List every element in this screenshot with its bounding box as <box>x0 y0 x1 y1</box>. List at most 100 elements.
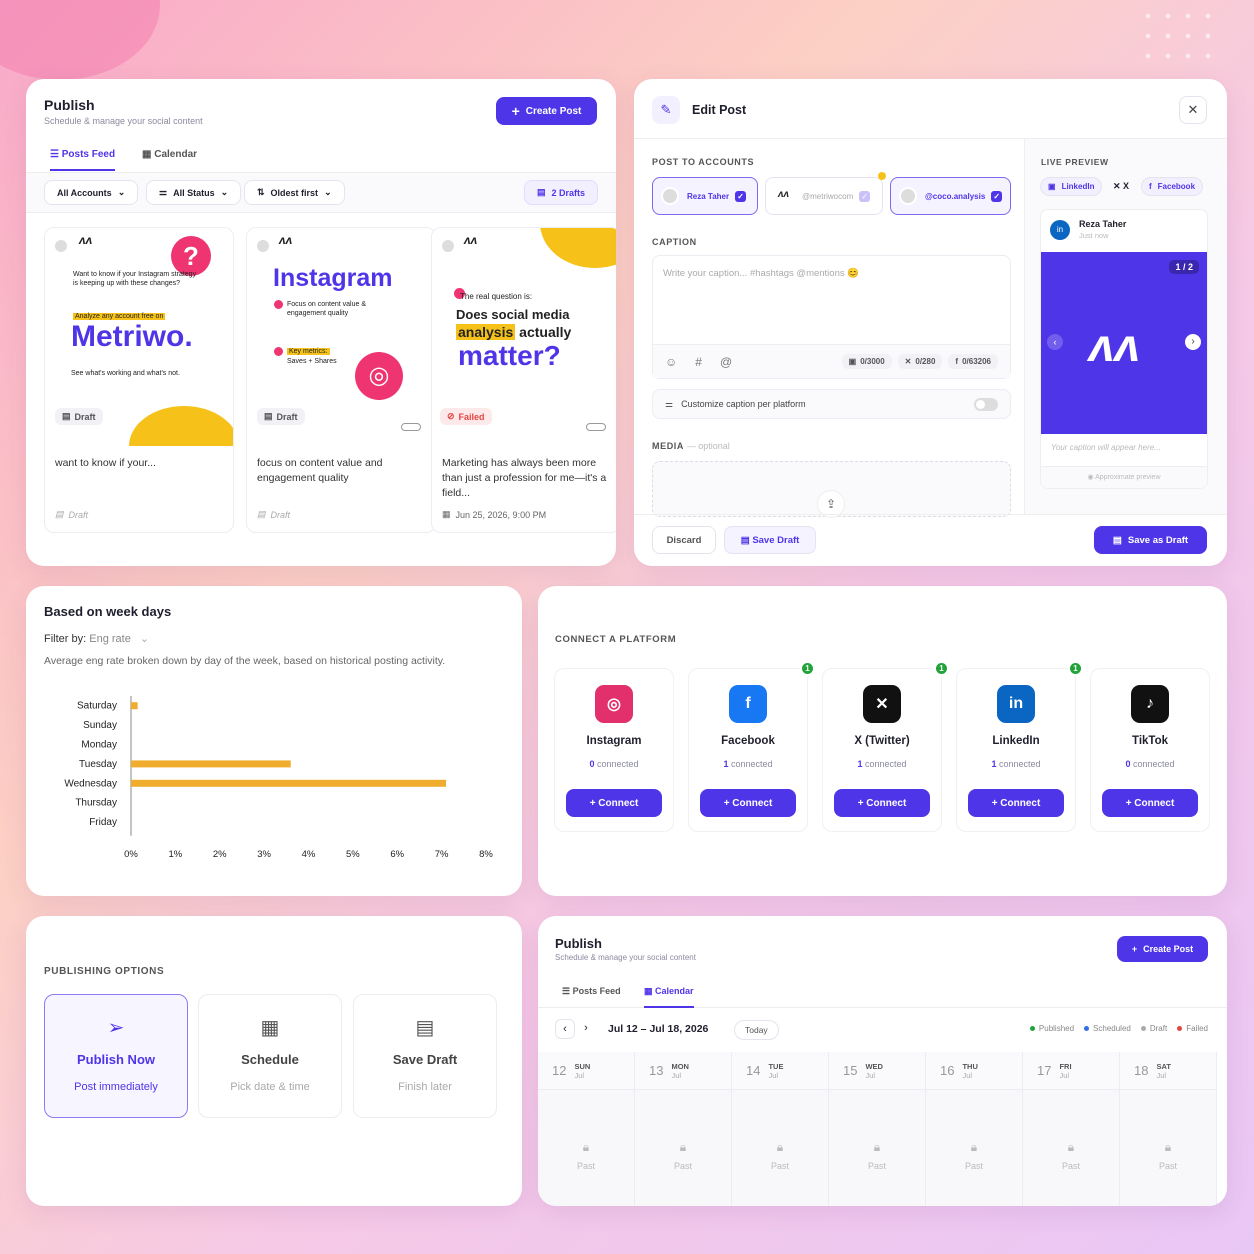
calendar-day[interactable]: 12 SUN Jul 🔒︎ Past <box>538 1052 635 1206</box>
customize-row[interactable]: ⚌ Customize caption per platform <box>652 389 1011 419</box>
tab-calendar[interactable]: ▦ Calendar <box>142 149 197 160</box>
tab-posts-feed[interactable]: ☰ Posts Feed <box>562 986 621 997</box>
create-post-button[interactable]: + Create Post <box>496 97 597 125</box>
bar-chart: Saturday Sunday Monday Tuesday Wednesday Thur… <box>64 696 493 860</box>
document-icon: ▤ <box>55 509 64 519</box>
calendar-day[interactable]: 16 THU Jul 🔒︎ Past <box>926 1052 1023 1206</box>
platform-card: 1 in LinkedIn 1 connected + Connect <box>956 661 1083 832</box>
post-card[interactable]: ʌʌ Instagram Focus on content value & en… <box>246 227 436 533</box>
lock-icon: 🔒︎ <box>776 1140 784 1154</box>
caption-editor[interactable]: Write your caption... #hashtags @mention… <box>652 255 1011 379</box>
next-week-button[interactable]: › <box>576 1019 596 1039</box>
hashtag-icon[interactable]: # <box>695 355 702 369</box>
toggle-switch[interactable] <box>974 397 998 411</box>
legend-dot <box>1084 1026 1090 1032</box>
platform-icon: ◎ <box>595 685 633 723</box>
save-as-draft-button[interactable]: ▤ Save as Draft <box>1094 526 1207 554</box>
checkbox-checked-icon: ✓ <box>859 190 871 202</box>
tab-posts-feed[interactable]: ☰ Posts Feed <box>50 149 116 171</box>
link-icon <box>401 423 421 431</box>
preview-panel: LIVE PREVIEW ▣ LinkedIn ✕ X f Facebook i… <box>1024 139 1227 514</box>
post-card[interactable]: ʌʌ ? Want to know if your Instagram stra… <box>44 227 234 533</box>
discard-button[interactable]: Discard <box>652 526 716 554</box>
tab-calendar[interactable]: ▦ Calendar <box>644 986 694 1008</box>
bar <box>131 702 138 710</box>
platform-icon: ♪ <box>1131 685 1169 723</box>
day-header: 15 WED Jul <box>829 1052 925 1090</box>
calendar-day[interactable]: 14 TUE Jul 🔒︎ Past <box>732 1052 829 1206</box>
drafts-button[interactable]: ▤ 2 Drafts <box>523 180 598 205</box>
platform-card: 1 ✕ X (Twitter) 1 connected + Connect <box>822 661 949 832</box>
day-header: 12 SUN Jul <box>538 1052 634 1090</box>
mention-icon[interactable]: @ <box>720 355 732 369</box>
preview-tab-linkedin[interactable]: ▣ LinkedIn <box>1040 177 1103 196</box>
connect-button[interactable]: + Connect <box>1102 789 1198 817</box>
connect-button[interactable]: + Connect <box>566 789 662 817</box>
legend-item: Published <box>1029 1024 1074 1033</box>
connected-count-badge: 1 <box>800 661 815 676</box>
media-dropzone[interactable]: ⇪ <box>652 461 1011 518</box>
counter-linkedin: ▣ 0/3000 <box>841 354 892 369</box>
calendar-day[interactable]: 15 WED Jul 🔒︎ Past <box>829 1052 926 1206</box>
media-label: MEDIA — optional <box>652 441 730 451</box>
preview-tab-x[interactable]: ✕ X <box>1113 181 1129 192</box>
past-label: Past <box>576 1161 595 1171</box>
bullet-dot <box>274 300 283 309</box>
weekday-label: MON Jul <box>671 1061 689 1080</box>
sort-icon: ⇅ <box>257 187 265 197</box>
calendar-day[interactable]: 18 SAT Jul 🔒︎ Past <box>1120 1052 1217 1206</box>
caption-input[interactable]: Write your caption... #hashtags @mention… <box>653 256 1010 291</box>
preview-card: in Reza Taher Just now 1 / 2 ʌʌ ‹ › Your… <box>1040 209 1208 489</box>
preview-tab-facebook[interactable]: f Facebook <box>1141 177 1204 196</box>
connect-button[interactable]: + Connect <box>834 789 930 817</box>
day-body: 🔒︎ Past <box>926 1090 1022 1206</box>
connect-button[interactable]: + Connect <box>700 789 796 817</box>
prev-week-button[interactable]: ‹ <box>555 1019 575 1039</box>
past-label: Past <box>964 1161 983 1171</box>
metriwo-logo: ʌʌ <box>79 233 93 247</box>
account-chip[interactable]: @coco.analysis ✓ <box>890 177 1011 215</box>
option-schedule[interactable]: ▦ Schedule Pick date & time <box>198 994 342 1118</box>
save-draft-button[interactable]: ▤ Save Draft <box>724 526 816 554</box>
link-icon <box>586 423 606 431</box>
create-post-button[interactable]: + Create Post <box>1117 936 1208 962</box>
x-tick-label: 6% <box>390 849 404 860</box>
x-tick-label: 5% <box>346 849 360 860</box>
legend-label: Failed <box>1186 1024 1208 1033</box>
platform-icon: f <box>729 685 767 723</box>
close-icon[interactable]: ✕ <box>1179 96 1207 124</box>
account-chip[interactable]: Reza Taher ✓ <box>652 177 758 215</box>
calendar-day[interactable]: 17 FRI Jul 🔒︎ Past <box>1023 1052 1120 1206</box>
platform-card: ◎ Instagram 0 connected + Connect <box>554 668 674 832</box>
weekday-label: FRI Jul <box>1059 1061 1072 1080</box>
lock-icon: 🔒︎ <box>873 1140 881 1154</box>
avatar <box>899 187 917 205</box>
legend-label: Scheduled <box>1093 1024 1131 1033</box>
account-chip[interactable]: ʌʌ @metriwocom ✓ <box>765 172 886 215</box>
chevron-right-icon[interactable]: › <box>1185 334 1201 350</box>
x-tick-label: 1% <box>169 849 183 860</box>
connected-count-badge: 1 <box>1068 661 1083 676</box>
day-number: 13 <box>649 1063 664 1078</box>
page-title: Publish <box>44 97 95 113</box>
calendar-day[interactable]: 13 MON Jul 🔒︎ Past <box>635 1052 732 1206</box>
chevron-left-icon[interactable]: ‹ <box>1047 334 1063 350</box>
emoji-icon[interactable]: ☺ <box>665 355 677 369</box>
connect-button[interactable]: + Connect <box>968 789 1064 817</box>
post-card[interactable]: ʌʌ The real question is: Does social med… <box>431 227 616 533</box>
filter-status[interactable]: ⚌ All Status ⌄ <box>146 180 242 205</box>
option-publish-now[interactable]: ➢ Publish Now Post immediately <box>44 994 188 1118</box>
lock-icon: 🔒︎ <box>679 1140 687 1154</box>
bg-blob <box>0 0 160 80</box>
sort-order[interactable]: ⇅ Oldest first ⌄ <box>244 180 345 205</box>
preview-label: LIVE PREVIEW <box>1041 157 1109 167</box>
filter-bar: All Accounts ⌄ ⚌ All Status ⌄ ⇅ Oldest first… <box>26 173 616 213</box>
counter-x: ✕ 0/280 <box>897 354 943 369</box>
lock-icon: 🔒︎ <box>1164 1140 1172 1154</box>
x-tick-label: 0% <box>124 849 138 860</box>
option-save-draft[interactable]: ▤ Save Draft Finish later <box>353 994 497 1118</box>
today-button[interactable]: Today <box>734 1020 779 1040</box>
decor-semicircle <box>129 406 233 446</box>
filter-accounts[interactable]: All Accounts ⌄ <box>44 180 139 205</box>
legend-dot <box>1029 1026 1035 1032</box>
